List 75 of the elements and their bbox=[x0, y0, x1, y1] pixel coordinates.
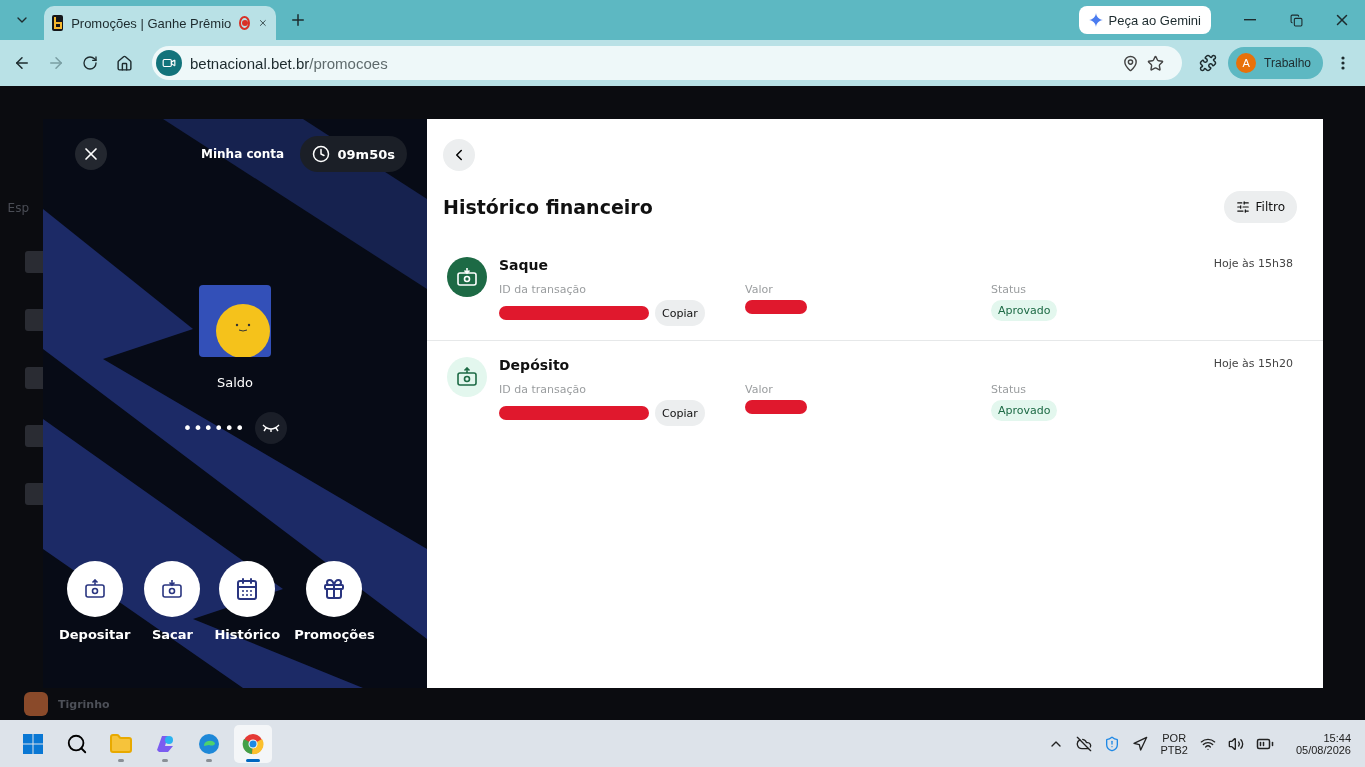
redaction-mark bbox=[745, 300, 807, 314]
security-warning-icon[interactable] bbox=[1104, 735, 1121, 752]
puzzle-icon bbox=[1199, 54, 1218, 72]
field-label: Status bbox=[991, 283, 1028, 296]
site-favicon bbox=[52, 15, 64, 31]
field-label: Valor bbox=[745, 383, 774, 396]
hidden-balance: •••••• bbox=[182, 418, 246, 438]
forward-arrow-icon bbox=[47, 54, 65, 72]
profile-avatar: A bbox=[1236, 53, 1257, 73]
reload-icon bbox=[82, 55, 98, 71]
balance-label: Saldo bbox=[216, 375, 253, 390]
sidebar-game-icon bbox=[25, 251, 43, 273]
closed-eye-icon bbox=[261, 423, 282, 433]
gift-icon bbox=[322, 577, 347, 601]
clock-icon bbox=[311, 145, 330, 163]
user-avatar bbox=[199, 285, 271, 357]
game-icon bbox=[24, 692, 48, 716]
address-bar[interactable]: betnacional.bet.br/promocoes bbox=[152, 46, 1183, 80]
transaction-type: Saque bbox=[499, 257, 549, 273]
location-arrow-icon[interactable] bbox=[1132, 735, 1149, 752]
panel-title: Minha conta bbox=[201, 147, 285, 161]
sidebar-game-icon bbox=[25, 425, 43, 447]
camera-icon bbox=[156, 50, 182, 76]
home-icon bbox=[115, 54, 133, 72]
status-badge: Aprovado bbox=[991, 300, 1058, 321]
show-balance-button[interactable] bbox=[255, 412, 288, 444]
taskbar-app[interactable] bbox=[234, 724, 272, 763]
tab-title: Promoções | Ganhe Prêmio bbox=[71, 15, 232, 31]
transaction-time: Hoje às 15h20 bbox=[1213, 357, 1293, 372]
sliders-icon bbox=[1235, 200, 1250, 214]
url-text: betnacional.bet.br/promocoes bbox=[190, 54, 389, 72]
recording-icon bbox=[239, 16, 251, 30]
sparkle-icon bbox=[1088, 13, 1103, 27]
minimize-icon bbox=[1244, 19, 1256, 21]
status-badge: Aprovado bbox=[991, 400, 1058, 421]
field-label: ID da transação bbox=[499, 283, 587, 296]
close-button[interactable] bbox=[75, 138, 107, 170]
field-label: Status bbox=[991, 383, 1028, 396]
edge-icon[interactable] bbox=[197, 731, 221, 756]
chrome-icon[interactable] bbox=[241, 731, 265, 756]
field-label: ID da transação bbox=[499, 383, 587, 396]
redaction-mark bbox=[745, 400, 807, 414]
cash-upload-icon bbox=[456, 367, 478, 387]
windows-icon bbox=[22, 732, 44, 755]
plus-icon bbox=[289, 11, 307, 29]
bookmark-star-icon[interactable] bbox=[1147, 54, 1165, 72]
sidebar-game-icon bbox=[25, 483, 43, 505]
page-title: Histórico financeiro bbox=[443, 196, 653, 218]
copy-button[interactable]: Copiar bbox=[655, 300, 705, 326]
account-action-button[interactable]: Promoções bbox=[294, 561, 375, 642]
restore-icon bbox=[1289, 13, 1303, 27]
sidebar-game-icon bbox=[25, 367, 43, 389]
sidebar-label: Esp bbox=[7, 201, 29, 215]
calendar-icon bbox=[235, 577, 260, 601]
location-icon[interactable] bbox=[1122, 54, 1140, 72]
cash-download-icon bbox=[456, 267, 478, 287]
menu-icon bbox=[1341, 56, 1345, 70]
game-label: Tigrinho bbox=[58, 697, 110, 711]
cash-download-icon bbox=[161, 579, 184, 599]
volume-icon[interactable] bbox=[1227, 735, 1244, 752]
field-label: Valor bbox=[745, 283, 774, 296]
gemini-button[interactable]: Peça ao Gemini bbox=[1078, 6, 1211, 34]
profile-button[interactable]: A Trabalho bbox=[1228, 47, 1323, 79]
transaction-type: Depósito bbox=[499, 357, 571, 373]
session-timer: 09m50s bbox=[299, 136, 407, 172]
cloud-off-icon[interactable] bbox=[1076, 735, 1093, 752]
search-icon bbox=[66, 732, 88, 755]
transaction-time: Hoje às 15h38 bbox=[1213, 257, 1293, 272]
browser-tab[interactable]: Promoções | Ganhe Prêmio bbox=[44, 6, 276, 40]
cash-upload-icon bbox=[83, 579, 106, 599]
sidebar-game-icon bbox=[25, 309, 43, 331]
clock[interactable]: 15:44 05/08/2026 bbox=[1295, 731, 1351, 756]
filter-button[interactable]: Filtro bbox=[1223, 191, 1297, 223]
input-language[interactable]: POR PTB2 bbox=[1160, 731, 1188, 756]
copy-button[interactable]: Copiar bbox=[655, 400, 705, 426]
